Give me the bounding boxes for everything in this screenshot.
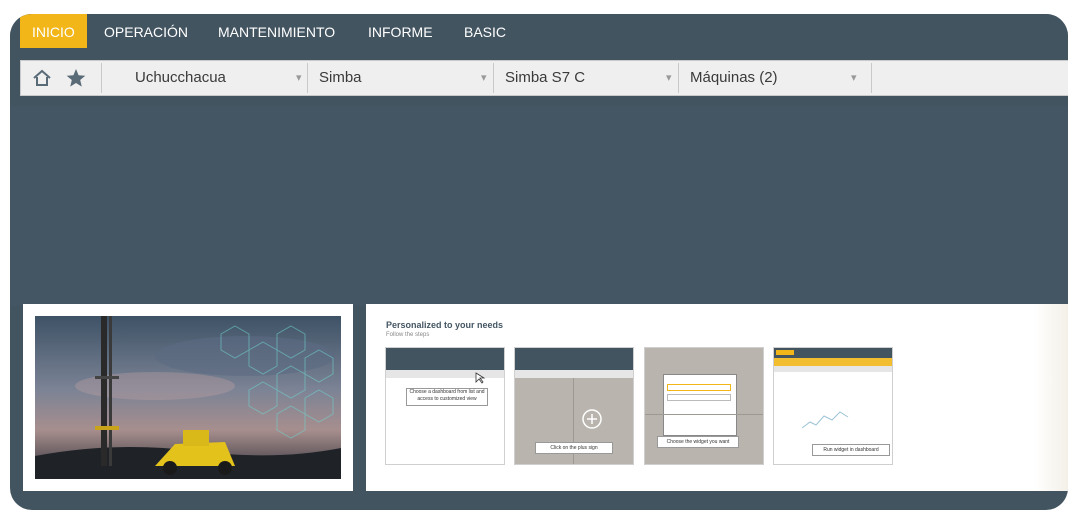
guide-step-1: Choose a dashboard from list and access … xyxy=(385,347,505,465)
plus-icon xyxy=(582,409,602,429)
guide-step-2: Click on the plus sign xyxy=(514,347,634,465)
step-caption: Choose a dashboard from list and access … xyxy=(406,388,488,406)
scroll-fade xyxy=(1034,304,1068,491)
filter-toolbar: Uchucchacua ▾ Simba ▾ Simba S7 C ▾ Máqui… xyxy=(20,60,1068,96)
drill-rig-photo xyxy=(35,316,341,479)
chevron-down-icon: ▾ xyxy=(481,72,487,84)
tab-mantenimiento[interactable]: MANTENIMIENTO xyxy=(206,14,347,48)
star-icon xyxy=(66,69,86,87)
guide-step-3: Choose the widget you want xyxy=(644,347,764,465)
step-caption: Run widget in dashboard xyxy=(812,444,890,456)
toolbar-divider xyxy=(307,63,308,93)
toolbar-divider xyxy=(101,63,102,93)
tab-informe[interactable]: INFORME xyxy=(356,14,445,48)
machines-dropdown-value: Máquinas (2) xyxy=(690,69,778,86)
favorite-button[interactable] xyxy=(63,65,89,91)
personalization-guide: Personalized to your needs Follow the st… xyxy=(366,304,1068,491)
step-caption: Choose the widget you want xyxy=(657,436,739,448)
tab-operacion[interactable]: OPERACIÓN xyxy=(92,14,200,48)
image-card xyxy=(23,304,353,491)
family-dropdown-value: Simba xyxy=(319,69,362,86)
toolbar-divider xyxy=(678,63,679,93)
guide-title: Personalized to your needs xyxy=(386,320,504,330)
toolbar-divider xyxy=(493,63,494,93)
home-icon xyxy=(33,69,51,86)
guide-step-4: Run widget in dashboard xyxy=(773,347,893,465)
hero-banner xyxy=(10,106,1068,306)
model-dropdown-value: Simba S7 C xyxy=(505,69,586,86)
chevron-down-icon: ▾ xyxy=(666,72,672,84)
tab-basic[interactable]: BASIC xyxy=(452,14,518,48)
guide-subtitle: Follow the steps xyxy=(386,332,430,338)
app-window: INICIO OPERACIÓN MANTENIMIENTO INFORME B… xyxy=(10,14,1068,510)
tab-inicio[interactable]: INICIO xyxy=(20,14,87,48)
site-dropdown-value: Uchucchacua xyxy=(135,69,226,86)
cursor-icon xyxy=(475,372,486,384)
toolbar-divider xyxy=(871,63,872,93)
step-caption: Click on the plus sign xyxy=(535,442,613,454)
chevron-down-icon: ▾ xyxy=(851,72,857,84)
main-nav: INICIO OPERACIÓN MANTENIMIENTO INFORME B… xyxy=(10,14,1068,48)
chevron-down-icon: ▾ xyxy=(296,72,302,84)
home-button[interactable] xyxy=(29,65,55,91)
